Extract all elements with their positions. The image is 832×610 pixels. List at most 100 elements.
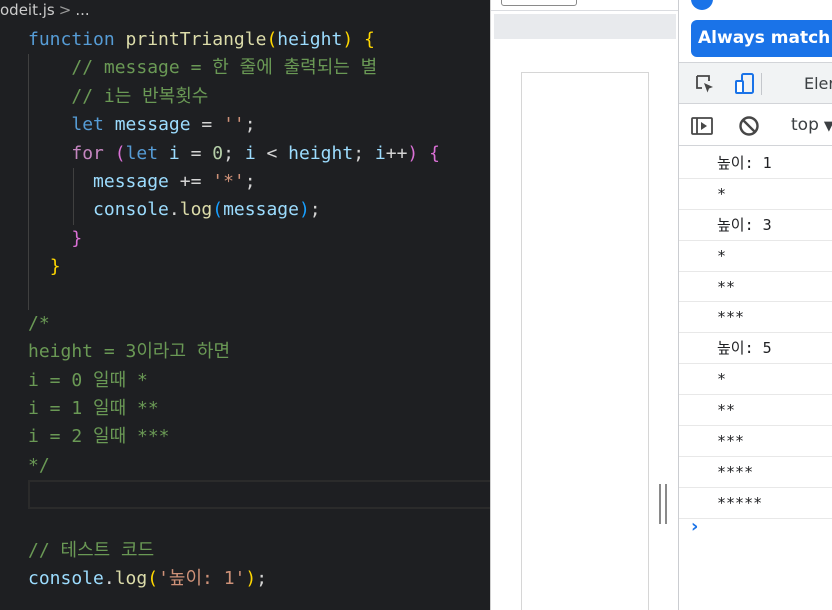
code-line-3: // i는 반복횟수 (0, 82, 490, 112)
context-selector[interactable]: top ▼ (791, 115, 832, 135)
function-name: log (114, 568, 148, 590)
devtools-panel: Always match C Eler (678, 0, 832, 610)
console-message: * (679, 241, 832, 272)
code-line-14: i = 1 일때 ** (0, 395, 490, 423)
comment: */ (28, 454, 50, 476)
code-line-6: message += '*'; (0, 167, 490, 197)
indent-guide (28, 82, 29, 112)
paren: ) (245, 568, 257, 590)
console-message: ** (679, 395, 832, 427)
tab-elements[interactable]: Eler (804, 74, 832, 93)
keyword: for (71, 142, 104, 164)
variable: console (28, 568, 104, 590)
code-line-1: function printTriangle(height) { (0, 26, 490, 54)
paren: ) (298, 199, 310, 221)
variable: console (93, 199, 169, 221)
always-match-button[interactable]: Always match C (691, 20, 832, 57)
indent-guide (73, 167, 74, 197)
code-line-20: console.log('높이: 1'); (0, 565, 490, 593)
variable: message (114, 114, 191, 136)
console-toolbar: top ▼ (679, 106, 832, 146)
console-prompt-icon[interactable]: › (691, 516, 698, 537)
brace: { (364, 29, 375, 50)
comment: height = 3이라고 하면 (28, 341, 231, 363)
variable: message (93, 170, 169, 192)
operator: < (255, 142, 289, 164)
semicolon: ; (223, 142, 245, 164)
comment: i = 0 일때 * (28, 369, 148, 391)
function-name: printTriangle (125, 29, 267, 50)
comment: // message = 한 줄에 출력되는 별 (71, 57, 378, 79)
operator: = (190, 114, 224, 136)
variable: i (168, 142, 180, 164)
indent-guide (28, 281, 29, 310)
console-message: 높이: 3 (679, 210, 832, 241)
grip-line (659, 484, 661, 524)
console-message: *** (679, 426, 832, 457)
comment: // i는 반복횟수 (71, 85, 209, 107)
breadcrumb-separator: > (58, 1, 72, 19)
variable: height (288, 142, 354, 164)
code-line-5: for (let i = 0; i < height; i++) { (0, 139, 490, 168)
inspect-element-icon[interactable] (693, 72, 717, 96)
viewport-resize-handle[interactable] (659, 484, 668, 524)
console-message: *** (679, 302, 832, 334)
brace: { (429, 142, 440, 164)
device-viewport[interactable] (521, 72, 649, 610)
code-line-7: console.log(message); (0, 196, 490, 225)
breadcrumb-file[interactable]: odeit.js (0, 1, 55, 19)
code-line-10 (0, 281, 490, 310)
comment: // 테스트 코드 (28, 540, 155, 562)
semicolon: ; (244, 114, 256, 136)
context-label: top (791, 115, 819, 135)
sidebar-toggle-icon[interactable] (690, 114, 714, 138)
semicolon: ; (353, 142, 375, 164)
string: '*' (212, 170, 245, 192)
indent-guide (73, 196, 74, 225)
operator: ++ (385, 142, 408, 164)
brace: } (49, 256, 61, 278)
brace: } (71, 227, 83, 249)
semicolon: ; (256, 568, 268, 590)
device-toggle-icon[interactable] (733, 72, 757, 96)
device-toolbar (494, 14, 676, 39)
current-line-highlight[interactable] (28, 480, 490, 509)
string: '높이: 1' (158, 568, 246, 590)
variable: i (244, 142, 256, 164)
semicolon: ; (244, 170, 256, 192)
argument: message (223, 199, 299, 221)
indent-guide (28, 167, 29, 197)
indent-guide (28, 139, 29, 168)
paren: ) (407, 142, 419, 164)
indent-guide (28, 224, 29, 254)
comment: i = 2 일때 *** (28, 426, 170, 448)
console-message: **** (679, 457, 832, 488)
toolbar-button[interactable] (501, 0, 577, 6)
info-banner-text (721, 0, 832, 6)
breadcrumb: odeit.js >... (0, 0, 90, 22)
code-line-4: let message = ''; (0, 111, 490, 140)
paren: ( (212, 199, 224, 221)
code-line-15: i = 2 일때 *** (0, 423, 490, 451)
breadcrumb-more[interactable]: ... (75, 1, 89, 19)
comment: /* (28, 312, 50, 334)
indent-guide (28, 54, 29, 83)
code-area[interactable]: function printTriangle(height) { // mess… (0, 26, 490, 594)
operator: = (179, 142, 213, 164)
console-message: ** (679, 272, 832, 303)
indent-guide (28, 111, 29, 140)
chevron-down-icon: ▼ (824, 119, 832, 134)
code-editor[interactable]: odeit.js >... function printTriangle(heig… (0, 0, 490, 610)
code-line-19: // 테스트 코드 (0, 537, 490, 565)
keyword: function (28, 29, 115, 50)
code-line-8: } (0, 224, 490, 254)
console-message: 높이: 5 (679, 333, 832, 365)
browser-page-area (490, 0, 679, 610)
code-line-9: } (0, 253, 490, 282)
devtools-tab-bar: Eler (679, 62, 832, 104)
console-message: ***** (679, 488, 832, 519)
clear-console-icon[interactable] (737, 114, 761, 138)
dot: . (103, 568, 115, 590)
parameter: height (277, 29, 343, 50)
